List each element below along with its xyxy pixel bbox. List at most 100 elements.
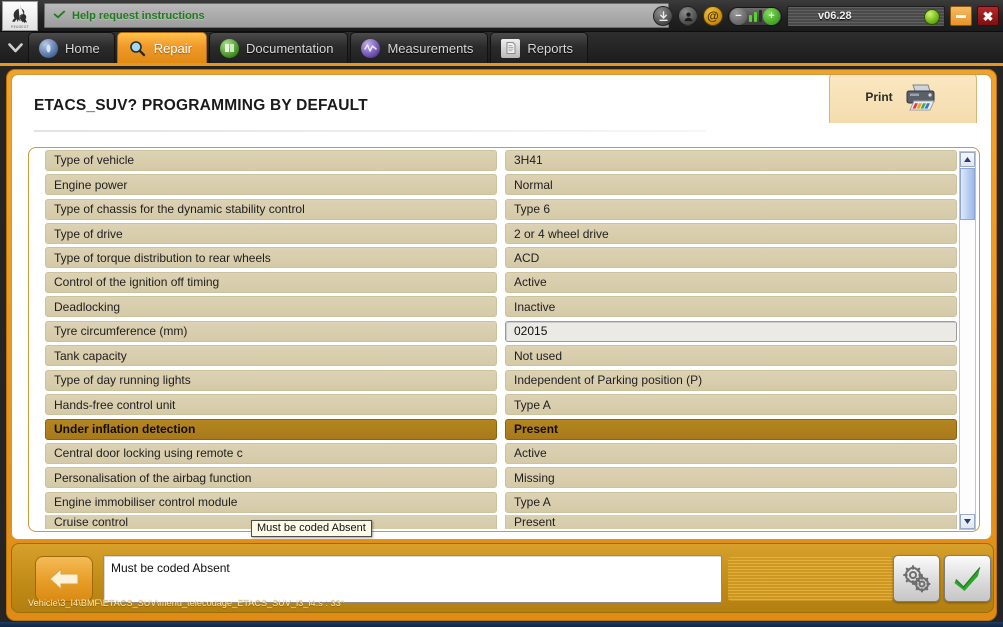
main-tab-bar: Home Repair Documentation Measurements R… [0,32,1003,66]
parameter-label: Control of the ignition off timing [45,271,497,293]
table-row[interactable]: Type of drive 2 or 4 wheel drive [29,221,979,245]
parameter-value[interactable]: Active [505,271,957,293]
programming-panel: Print ETACS_SUV? PROGRAMMING BY DEFAULT [11,74,992,540]
printer-icon [906,84,935,111]
parameter-value[interactable]: Type 6 [505,198,957,220]
parameter-value[interactable]: Type A [505,491,957,513]
table-row[interactable]: Cruise control Present [29,514,979,529]
table-row[interactable]: Type of chassis for the dynamic stabilit… [29,197,979,221]
tab-measurements-label: Measurements [387,40,474,56]
parameter-label: Tank capacity [45,345,497,367]
back-arrow-icon [49,567,79,591]
table-vertical-scrollbar[interactable] [959,151,976,530]
parameter-label: Engine immobiliser control module [45,491,497,513]
parameter-table-body: Type of vehicle 3H41 Engine power Normal Typ… [29,148,979,531]
tab-home[interactable]: Home [28,32,115,63]
parameter-value[interactable]: Not used [505,345,957,367]
at-icon[interactable]: @ [703,6,723,26]
parameter-label: Engine power [45,174,497,196]
help-request-bar[interactable]: Help request instructions [44,3,669,28]
parameter-value[interactable]: Type A [505,394,957,416]
peugeot-lion-logo: PEUGEOT [2,1,38,31]
table-row[interactable]: Type of vehicle 3H41 [29,148,979,172]
parameter-value[interactable]: Missing [505,467,957,489]
tab-reports[interactable]: Reports [490,32,588,63]
print-label: Print [865,90,893,104]
waveform-icon [361,38,381,58]
book-icon [219,38,239,58]
close-button[interactable]: ✖ [977,6,999,26]
scroll-down-button[interactable] [960,514,975,529]
power-icon[interactable] [924,8,940,25]
chevron-down-icon[interactable] [2,32,28,63]
volume-level-bars [748,10,762,22]
version-label: v06.28 [818,10,852,22]
parameter-label: Personalisation of the airbag function [45,467,497,489]
confirm-button[interactable] [944,555,991,602]
parameter-value[interactable]: 3H41 [505,149,957,171]
tab-reports-label: Reports [527,40,573,56]
table-row[interactable]: Engine power Normal [29,172,979,196]
table-row[interactable]: Engine immobiliser control module Type A [29,490,979,514]
scrollbar-track[interactable] [960,220,975,513]
table-row[interactable]: Tank capacity Not used [29,344,979,368]
table-row[interactable]: Hands-free control unit Type A [29,392,979,416]
parameter-label: Type of day running lights [45,369,497,391]
table-row[interactable]: Personalisation of the airbag function Mi… [29,466,979,490]
content-window: Print ETACS_SUV? PROGRAMMING BY DEFAULT [6,69,997,621]
status-path-text: Vehicle\3_I4\BMF\ETACS_SUV\menu_telecoda… [28,597,345,608]
tab-list: Home Repair Documentation Measurements R… [28,32,590,63]
tab-documentation[interactable]: Documentation [208,32,349,63]
parameter-label: Type of vehicle [45,149,497,171]
volume-up-button[interactable]: + [763,7,780,25]
print-button[interactable]: Print [829,75,977,123]
parameter-value[interactable]: Independent of Parking position (P) [505,369,957,391]
table-row[interactable]: Central door locking using remote c Activ… [29,441,979,465]
scrollbar-thumb[interactable] [960,168,975,220]
tab-repair-label: Repair [153,40,192,56]
download-icon[interactable] [653,6,673,26]
help-request-label: Help request instructions [72,9,205,22]
tab-repair[interactable]: Repair [116,32,207,63]
parameter-label: Type of chassis for the dynamic stabilit… [45,198,497,220]
table-row[interactable]: Tyre circumference (mm) 02015 [29,319,979,343]
parameter-table: Type of vehicle 3H41 Engine power Normal Typ… [28,147,980,532]
table-row[interactable]: Type of day running lights Independent of… [29,368,979,392]
tab-home-label: Home [65,40,100,56]
status-path-bar: Vehicle\3_I4\BMF\ETACS_SUV\menu_telecoda… [16,596,999,609]
parameter-value-input[interactable]: 02015 [505,320,957,342]
parameter-value[interactable]: Present [505,418,957,440]
document-icon [501,38,521,58]
gears-icon [902,564,930,592]
table-row[interactable]: Control of the ignition off timing Active [29,270,979,294]
parameter-value[interactable]: ACD [505,247,957,269]
table-row[interactable]: Deadlocking Inactive [29,295,979,319]
magnifier-icon [128,39,147,58]
tab-measurements[interactable]: Measurements [350,32,489,63]
version-indicator: v06.28 [787,5,945,27]
parameter-value[interactable]: Active [505,442,957,464]
parameter-label: Tyre circumference (mm) [45,320,497,342]
settings-button[interactable] [893,555,940,602]
parameter-value[interactable]: Inactive [505,296,957,318]
parameter-label: Hands-free control unit [45,394,497,416]
window-bottom-edge [0,622,1003,627]
table-row[interactable]: Under inflation detection Present [29,417,979,441]
toolbar-icon-group: @ − + v06.28 ✖ [653,0,999,32]
volume-control[interactable]: − + [728,6,782,26]
parameter-value[interactable]: Present [505,514,957,529]
table-row[interactable]: Type of torque distribution to rear whee… [29,246,979,270]
parameter-value[interactable]: 2 or 4 wheel drive [505,223,957,245]
home-icon [39,38,58,58]
parameter-value[interactable]: Normal [505,174,957,196]
parameter-label: Deadlocking [45,296,497,318]
help-leaf-icon [53,10,66,19]
user-icon[interactable] [678,6,698,26]
volume-down-button[interactable]: − [730,7,747,25]
page-title: ETACS_SUV? PROGRAMMING BY DEFAULT [34,97,368,114]
minimize-button[interactable] [950,6,972,26]
scroll-up-button[interactable] [960,152,975,167]
logo-wordmark: PEUGEOT [11,24,29,29]
application-window: PEUGEOT Help request instructions @ − + [0,0,1003,627]
top-toolbar: PEUGEOT Help request instructions @ − + [0,0,1003,32]
